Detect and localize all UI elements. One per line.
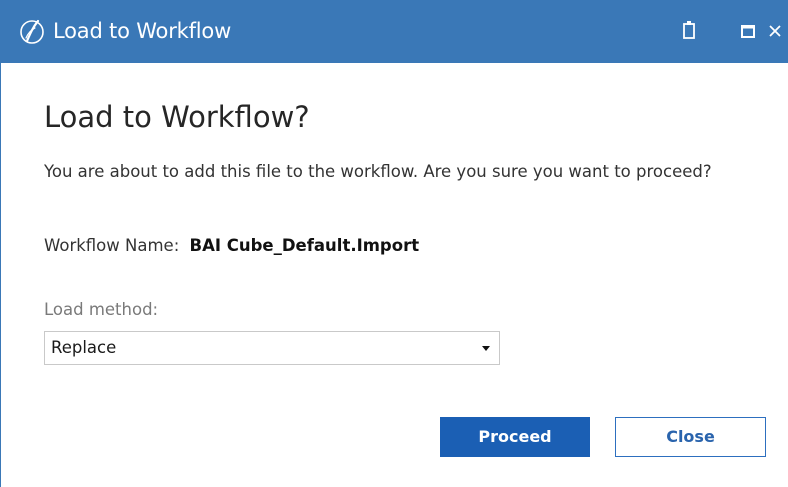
confirmation-message: You are about to add this file to the wo… xyxy=(44,162,712,181)
workflow-name-value: BAI Cube_Default.Import xyxy=(189,236,420,255)
chevron-down-icon[interactable] xyxy=(482,346,490,351)
window-title: Load to Workflow xyxy=(53,19,232,43)
dialog-heading: Load to Workflow? xyxy=(44,100,310,134)
close-button[interactable]: Close xyxy=(615,417,766,457)
workflow-name-row: Workflow Name: BAI Cube_Default.Import xyxy=(44,234,419,258)
maximize-icon[interactable] xyxy=(738,19,760,43)
load-to-workflow-dialog: Load to Workflow Load to Workflow? You a… xyxy=(0,0,788,487)
load-method-select[interactable]: Replace xyxy=(44,331,500,365)
copy-icon[interactable] xyxy=(678,19,700,43)
workflow-name-label: Workflow Name: xyxy=(44,236,180,255)
close-icon[interactable] xyxy=(767,19,787,43)
proceed-button[interactable]: Proceed xyxy=(440,417,590,457)
load-method-label: Load method: xyxy=(44,300,159,319)
onestream-logo-icon xyxy=(20,19,44,44)
load-method-selected-value: Replace xyxy=(51,338,117,357)
title-bar[interactable]: Load to Workflow xyxy=(1,0,788,63)
